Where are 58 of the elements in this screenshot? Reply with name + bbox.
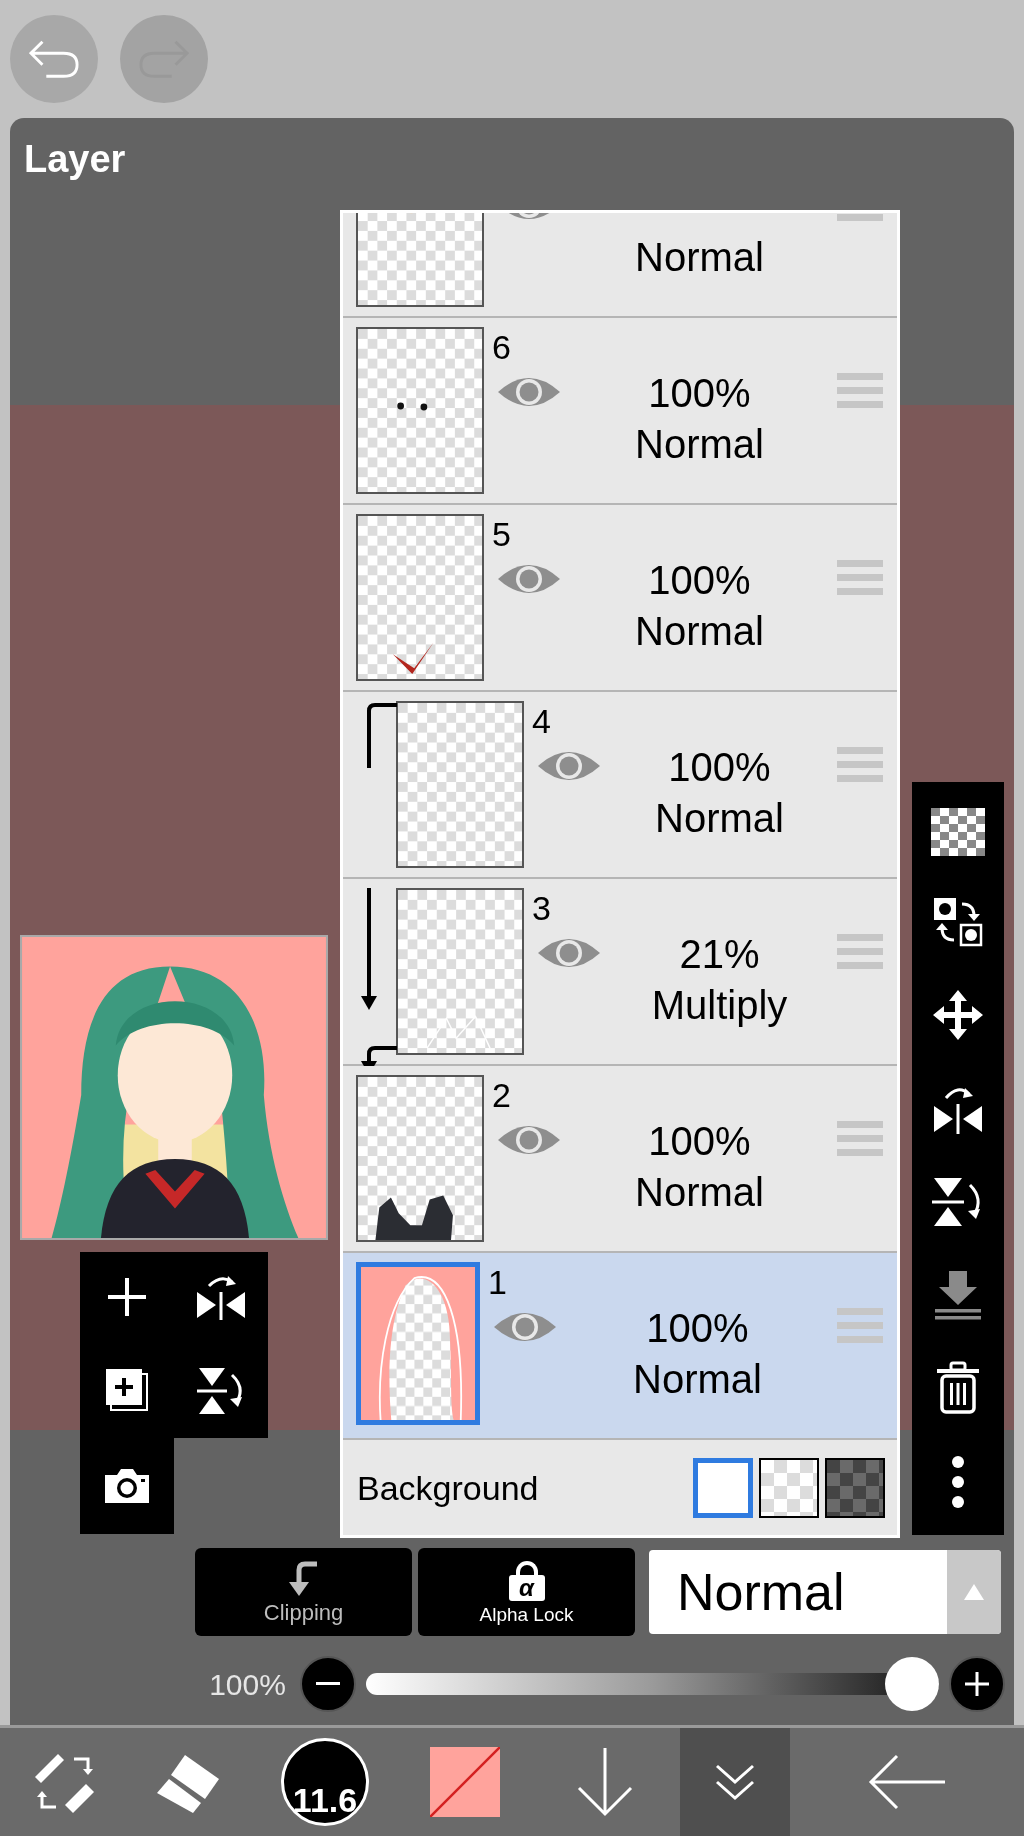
dropdown-arrow-icon (963, 1583, 985, 1601)
trash-icon[interactable] (934, 1361, 982, 1416)
layer-opacity: 100% (648, 370, 751, 417)
layer-number: 4 (532, 702, 551, 740)
double-chevron-icon (713, 1762, 757, 1802)
layer-number: 1 (488, 1263, 507, 1301)
checkerboard-icon[interactable] (931, 807, 985, 856)
blend-mode-dropdown[interactable]: Normal (649, 1550, 1001, 1634)
layer-number: 2 (492, 1076, 511, 1114)
opacity-value: 100% (208, 1666, 287, 1703)
layer-opacity: 100% (668, 744, 771, 791)
back-arrow-icon[interactable] (867, 1754, 947, 1810)
drag-handle-icon[interactable] (837, 745, 883, 785)
layer-row[interactable]: Normal (343, 213, 897, 318)
add-icon[interactable] (108, 1278, 146, 1316)
down-arrow-icon[interactable] (575, 1746, 635, 1818)
drag-handle-icon[interactable] (837, 558, 883, 598)
blend-mode-label: Multiply (651, 982, 788, 1029)
undo-icon (29, 39, 79, 79)
flip-horizontal-icon[interactable] (194, 1274, 248, 1322)
collapse-button[interactable] (680, 1728, 790, 1836)
color-swatch[interactable] (430, 1747, 500, 1817)
opacity-slider[interactable] (366, 1655, 939, 1713)
layer-row[interactable]: 1 100% Normal (343, 1253, 897, 1440)
camera-icon[interactable] (103, 1467, 151, 1505)
layer-row[interactable]: 2 100% Normal (343, 1066, 897, 1253)
blend-mode-label: Normal (633, 1356, 762, 1403)
blend-mode-label: Normal (655, 795, 784, 842)
decrease-button[interactable] (300, 1656, 356, 1712)
solid-background-option[interactable] (693, 1458, 753, 1518)
layer-number: 3 (532, 889, 551, 927)
checkered-background-option[interactable] (759, 1458, 819, 1518)
drag-handle-icon[interactable] (837, 1119, 883, 1159)
more-icon[interactable] (951, 1455, 965, 1510)
minus-icon (316, 1682, 340, 1686)
dim-checkered-background-option[interactable] (825, 1458, 885, 1518)
drag-handle-icon[interactable] (837, 371, 883, 411)
blend-mode-label: Normal (635, 234, 764, 281)
background-label: Background (357, 1467, 540, 1509)
blend-mode-label: Normal (635, 421, 764, 468)
alpha-lock-button[interactable]: α Alpha Lock (418, 1548, 635, 1636)
add-layer-icon[interactable] (105, 1368, 149, 1412)
blend-mode-label: Normal (635, 1169, 764, 1216)
panel-title: Layer (24, 140, 126, 178)
layer-opacity: 100% (646, 1305, 749, 1352)
increase-button[interactable] (949, 1656, 1005, 1712)
drag-handle-icon[interactable] (837, 1306, 883, 1346)
layer-number: 5 (492, 515, 511, 553)
slider-thumb[interactable] (885, 1657, 939, 1711)
plus-icon (965, 1672, 989, 1696)
blend-mode-label: Normal (635, 608, 764, 655)
swap-icon[interactable] (932, 895, 984, 948)
brush-size-button[interactable]: 11.6 (281, 1738, 369, 1826)
layer-opacity: 21% (679, 931, 760, 978)
layer-number: 6 (492, 328, 511, 366)
drag-handle-icon[interactable] (837, 932, 883, 972)
layer-opacity: 100% (648, 1118, 751, 1165)
layer-opacity: 100% (648, 557, 751, 604)
